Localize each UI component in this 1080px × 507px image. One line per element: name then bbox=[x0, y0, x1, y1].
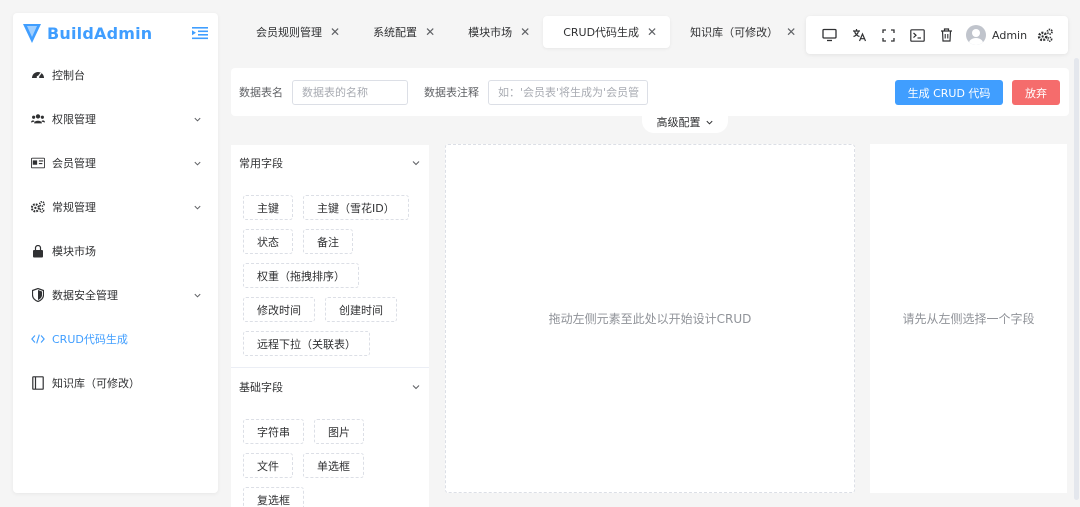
field-group-basic-header[interactable]: 基础字段 bbox=[231, 369, 429, 405]
sidebar-item-knowledge-base[interactable]: 知识库（可修改） bbox=[13, 361, 218, 405]
dashboard-icon bbox=[31, 68, 45, 82]
tab-label: 系统配置 bbox=[373, 26, 418, 39]
field-group-common: 主键 主键（雪花ID） 状态 备注 权重（拖拽排序） 修改时间 创建时间 远程下… bbox=[231, 181, 429, 365]
tab-crud[interactable]: CRUD代码生成 ✕ bbox=[543, 16, 671, 48]
tab-system-config[interactable]: 系统配置 ✕ bbox=[353, 16, 448, 48]
sidebar-item-label: 权限管理 bbox=[52, 113, 96, 126]
sidebar-item-members[interactable]: 会员管理 bbox=[13, 141, 218, 185]
tab-knowledge-base[interactable]: 知识库（可修改） ✕ bbox=[670, 16, 809, 48]
shield-icon bbox=[31, 288, 45, 302]
gears-icon bbox=[31, 200, 45, 214]
discard-button[interactable]: 放弃 bbox=[1012, 80, 1060, 105]
tab-module-market[interactable]: 模块市场 ✕ bbox=[448, 16, 543, 48]
field-chip-image[interactable]: 图片 bbox=[314, 419, 364, 444]
sidebar-item-general[interactable]: 常规管理 bbox=[13, 185, 218, 229]
sidebar-item-label: 会员管理 bbox=[52, 157, 96, 170]
avatar bbox=[966, 25, 986, 45]
field-group-title: 常用字段 bbox=[239, 157, 283, 170]
users-icon bbox=[31, 112, 45, 126]
logo-icon bbox=[23, 24, 41, 43]
table-name-label: 数据表名 bbox=[239, 86, 283, 99]
field-chip-checkbox[interactable]: 复选框 bbox=[243, 487, 304, 507]
field-chip-string[interactable]: 字符串 bbox=[243, 419, 304, 444]
code-icon bbox=[31, 332, 45, 346]
field-chip-file[interactable]: 文件 bbox=[243, 453, 293, 478]
id-card-icon bbox=[31, 156, 45, 170]
sidebar-item-label: 模块市场 bbox=[52, 245, 96, 258]
chevron-down-icon bbox=[705, 120, 713, 125]
tab-bar: 会员规则管理 ✕ 系统配置 ✕ 模块市场 ✕ CRUD代码生成 ✕ 知识库（可修… bbox=[236, 16, 809, 48]
properties-placeholder: 请先从左侧选择一个字段 bbox=[902, 312, 1035, 326]
field-chip-create-time[interactable]: 创建时间 bbox=[325, 297, 397, 322]
design-drop-zone[interactable]: 拖动左侧元素至此处以开始设计CRUD bbox=[445, 144, 855, 493]
user-name: Admin bbox=[992, 28, 1028, 42]
terminal-icon[interactable] bbox=[909, 27, 925, 43]
table-comment-label: 数据表注释 bbox=[424, 86, 479, 99]
advanced-config-label: 高级配置 bbox=[656, 116, 701, 129]
book-icon bbox=[31, 376, 45, 390]
field-library: 常用字段 主键 主键（雪花ID） 状态 备注 权重（拖拽排序） 修改时间 创建时… bbox=[231, 145, 429, 507]
sidebar-item-label: 知识库（可修改） bbox=[52, 377, 140, 390]
brand-header: BuildAdmin bbox=[13, 13, 218, 53]
brand-name: BuildAdmin bbox=[47, 23, 153, 43]
field-chip-weight[interactable]: 权重（拖拽排序） bbox=[243, 263, 359, 288]
shopping-bag-icon bbox=[31, 244, 45, 258]
generate-crud-button[interactable]: 生成 CRUD 代码 bbox=[895, 80, 1003, 105]
chevron-down-icon bbox=[194, 293, 201, 298]
sidebar-item-label: 数据安全管理 bbox=[52, 289, 118, 302]
table-info-form: 数据表名 数据表的名称 数据表注释 如：'会员表'将生成为'会员管 生成 CRU… bbox=[231, 68, 1069, 116]
field-chip-primary-key[interactable]: 主键 bbox=[243, 195, 293, 220]
fullscreen-icon[interactable] bbox=[881, 27, 895, 43]
sidebar-item-data-security[interactable]: 数据安全管理 bbox=[13, 273, 218, 317]
field-chip-status[interactable]: 状态 bbox=[243, 229, 293, 254]
chevron-down-icon bbox=[412, 161, 420, 166]
table-name-input[interactable]: 数据表的名称 bbox=[292, 79, 408, 105]
close-icon[interactable]: ✕ bbox=[330, 25, 340, 39]
close-icon[interactable]: ✕ bbox=[520, 25, 530, 39]
field-group-common-header[interactable]: 常用字段 bbox=[231, 145, 429, 181]
translate-icon[interactable] bbox=[852, 27, 867, 43]
field-group-basic: 字符串 图片 文件 单选框 复选框 bbox=[231, 405, 429, 507]
tab-member-rules[interactable]: 会员规则管理 ✕ bbox=[236, 16, 353, 48]
field-chip-snowflake-id[interactable]: 主键（雪花ID） bbox=[303, 195, 409, 220]
sidebar-item-module-market[interactable]: 模块市场 bbox=[13, 229, 218, 273]
field-chip-remark[interactable]: 备注 bbox=[303, 229, 353, 254]
close-icon[interactable]: ✕ bbox=[647, 25, 657, 39]
field-chip-remote-select[interactable]: 远程下拉（关联表） bbox=[243, 331, 370, 356]
sidebar-item-label: 常规管理 bbox=[52, 201, 96, 214]
trash-icon[interactable] bbox=[940, 27, 953, 43]
tab-label: 知识库（可修改） bbox=[690, 26, 779, 39]
tab-label: CRUD代码生成 bbox=[563, 26, 640, 39]
sidebar-item-label: CRUD代码生成 bbox=[52, 333, 128, 346]
monitor-icon[interactable] bbox=[821, 27, 837, 43]
sidebar: BuildAdmin 控制台 权限管理 会员管理 常规管理 模块市场 数据安全管… bbox=[13, 13, 218, 493]
field-chip-update-time[interactable]: 修改时间 bbox=[243, 297, 315, 322]
chevron-down-icon bbox=[194, 117, 201, 122]
field-chip-radio[interactable]: 单选框 bbox=[303, 453, 364, 478]
field-group-title: 基础字段 bbox=[239, 381, 283, 394]
top-toolbar: Admin bbox=[806, 16, 1068, 54]
advanced-config-toggle[interactable]: 高级配置 bbox=[642, 111, 728, 133]
table-comment-input[interactable]: 如：'会员表'将生成为'会员管 bbox=[488, 79, 648, 105]
group-divider bbox=[231, 367, 429, 368]
field-properties-panel: 请先从左侧选择一个字段 bbox=[870, 144, 1067, 493]
user-menu[interactable]: Admin bbox=[966, 25, 1027, 45]
sidebar-item-permissions[interactable]: 权限管理 bbox=[13, 97, 218, 141]
tab-label: 模块市场 bbox=[468, 26, 513, 39]
settings-gears-icon[interactable] bbox=[1037, 27, 1053, 43]
sidebar-item-crud[interactable]: CRUD代码生成 bbox=[13, 317, 218, 361]
tab-label: 会员规则管理 bbox=[256, 26, 322, 39]
chevron-down-icon bbox=[194, 161, 201, 166]
design-placeholder: 拖动左侧元素至此处以开始设计CRUD bbox=[548, 312, 752, 326]
chevron-down-icon bbox=[194, 205, 201, 210]
chevron-down-icon bbox=[412, 385, 420, 390]
sidebar-item-label: 控制台 bbox=[52, 69, 85, 82]
close-icon[interactable]: ✕ bbox=[786, 25, 796, 39]
close-icon[interactable]: ✕ bbox=[425, 25, 435, 39]
menu-fold-icon[interactable] bbox=[192, 26, 208, 40]
sidebar-item-dashboard[interactable]: 控制台 bbox=[13, 53, 218, 97]
page-scrollbar[interactable] bbox=[1074, 58, 1079, 500]
